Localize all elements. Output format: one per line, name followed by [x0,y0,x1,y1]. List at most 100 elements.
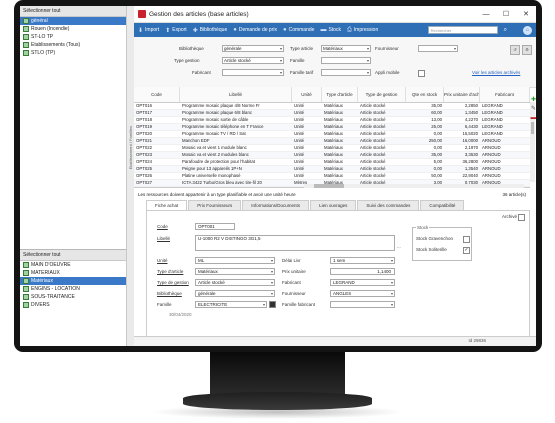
demande-prix-button[interactable]: ● Demande de prix [233,27,277,33]
stock-group-title: Stock [416,225,430,230]
select-all-families[interactable]: Sélectionner tout [20,250,126,261]
filter-famille-tarif-select[interactable] [321,69,371,76]
prix-unitaire-field[interactable]: 1,1400 [330,268,395,275]
family-item[interactable]: DIVERS [20,301,126,309]
delete-icon[interactable]: ▬ [530,115,537,122]
select-all-establishments[interactable]: Sélectionner tout [20,6,126,17]
family-item[interactable]: MATERIAUX [20,269,126,277]
unite-select[interactable]: ML [195,257,275,264]
archive-checkbox[interactable] [518,214,525,221]
tree-node-icon[interactable] [23,286,29,292]
table-row[interactable]: OPT026 Platine universelle monophasé Unité… [134,173,530,180]
tree-node-icon[interactable] [23,294,29,300]
libelle-field[interactable]: U-1000 R2 V DISTINGO 3G1,5 [195,235,395,251]
table-row[interactable]: OPT019 Programme mosaic téléphone en T Fr… [134,124,530,131]
stock-soliterille-checkbox[interactable]: ✓ [463,247,470,254]
stock-button[interactable]: ▬ Stock [320,27,341,33]
table-row[interactable]: OPT025 Peigne pour 13 appareils 1P+N Unité… [134,166,530,173]
table-cell: 35,00 [431,103,442,108]
family-item[interactable]: Matériaux [20,277,126,285]
filter-apply-icon[interactable]: ⚙ [522,45,532,55]
grid-vertical-scroll-thumb[interactable] [531,122,534,134]
type-article-select[interactable]: Matériaux [195,268,275,275]
establishment-item[interactable]: général [20,17,126,25]
voir-archives-link[interactable]: Voir les articles archivés [472,70,520,75]
import-button[interactable]: ⬇ Import [138,27,159,34]
minimize-button[interactable]: — [476,11,496,18]
column-header[interactable]: Prix unitaire d'achat [444,87,480,102]
stock-gravenchon-checkbox[interactable] [463,236,470,243]
fournisseur-select[interactable]: ANGLES [330,290,395,297]
table-row[interactable]: OPT017 Programme mosaic plaque 6/8 blanc U… [134,110,530,117]
tree-node-icon[interactable] [23,302,29,308]
tab-2[interactable]: Informations/Documents [242,200,310,210]
column-header[interactable]: Code [134,87,180,102]
filter-famille-tarif-label: Famille tarif [290,70,314,75]
edit-icon[interactable]: ✎ [530,106,536,113]
tab-0[interactable]: Fiche achat [146,200,188,210]
commande-button[interactable]: ● Commande [283,27,314,33]
table-cell: Matériaux [324,166,343,171]
column-header[interactable]: Type de gestion [358,87,406,102]
tree-node-icon[interactable] [23,34,29,40]
close-button[interactable]: ✕ [516,10,536,18]
tree-node-icon[interactable] [23,262,29,268]
tree-node-icon[interactable] [23,278,29,284]
fabricant-select[interactable]: LEGRAND [330,279,395,286]
tree-node-icon[interactable] [23,42,29,48]
famille-select[interactable]: ELECTRICITE [195,301,267,308]
tree-node-icon[interactable] [23,270,29,276]
column-header[interactable]: Libellé [180,87,292,102]
famille-fabricant-select[interactable] [330,301,395,308]
establishment-item[interactable]: STLO (TP) [20,49,126,57]
home-icon[interactable]: ⌂ [523,25,532,35]
search-icon[interactable]: ⌕ [504,27,507,34]
column-header[interactable]: Fabricant [480,87,530,102]
filter-type-article-select[interactable]: Matériaux [321,45,371,52]
tree-node-icon[interactable] [23,26,29,32]
bibliotheque-select[interactable]: générale [195,290,275,297]
table-row[interactable]: OPT021 Manchon EDF Unité Matériaux Article s… [134,138,530,145]
table-row[interactable]: OPT022 Mosaic va et vient 1 module blanc U… [134,145,530,152]
libelle-more-icon[interactable]: ... [397,244,401,249]
filter-reset-icon[interactable]: ↺ [510,45,520,55]
family-item[interactable]: MAIN D'OEUVRE [20,261,126,269]
add-icon[interactable]: ✚ [530,97,536,104]
export-button[interactable]: ⬆ Export [165,27,186,34]
table-row[interactable]: OPT020 Programme mosaic TV / RD / Sat Unit… [134,131,530,138]
column-header[interactable]: Type d'article [322,87,358,102]
establishment-item[interactable]: Rouen (Incendie) [20,25,126,33]
filter-fournisseur-select[interactable] [418,45,458,52]
tab-1[interactable]: Prix Fournisseurs [188,200,242,210]
tree-node-icon[interactable] [23,18,29,24]
column-header[interactable]: Qte en stock [406,87,444,102]
maximize-button[interactable]: ☐ [496,10,516,18]
grid-horizontal-scrollbar[interactable] [304,184,524,188]
tab-5[interactable]: Compatibilité [420,200,465,210]
tab-3[interactable]: Lien ouvrages [310,200,357,210]
bibliotheque-button[interactable]: ✚ Bibliothèque [193,27,228,34]
filter-bibliotheque-select[interactable]: générale [222,45,284,52]
family-item[interactable]: SOUS-TRAITANCE [20,293,126,301]
famille-lookup-icon[interactable] [269,301,276,308]
column-header[interactable]: Unité [292,87,322,102]
type-gestion-select[interactable]: Article stocké [195,279,275,286]
table-row[interactable]: OPT018 Programme mosaic sortie de câble Un… [134,117,530,124]
tab-4[interactable]: Suivi des commandes [357,200,420,210]
search-input[interactable]: Rechercher [427,26,498,34]
filter-appli-mobile-checkbox[interactable] [418,70,425,77]
establishment-item[interactable]: Etablissements (Tous) [20,41,126,49]
delai-select[interactable]: 1 sem [330,257,395,264]
filter-fabricant-select[interactable] [222,69,284,76]
table-row[interactable]: OPT016 Programme mosaic plaque 4/8 Norme … [134,103,530,110]
table-row[interactable]: OPT023 Mosaic va et vient 2 modules blanc… [134,152,530,159]
grid-horizontal-scroll-thumb[interactable] [314,184,344,188]
table-row[interactable]: OPT024 Parafoudre de protection pour l'ha… [134,159,530,166]
impression-button[interactable]: ⎙ Impression [347,27,378,34]
family-item[interactable]: ENGINS - LOCATION [20,285,126,293]
establishment-item[interactable]: ST-LO TP [20,33,126,41]
filter-famille-select[interactable] [321,57,371,64]
tree-node-icon[interactable] [23,50,29,56]
filter-type-gestion-select[interactable]: Article stocké [222,57,284,64]
code-field[interactable]: OPT001 [195,223,235,230]
